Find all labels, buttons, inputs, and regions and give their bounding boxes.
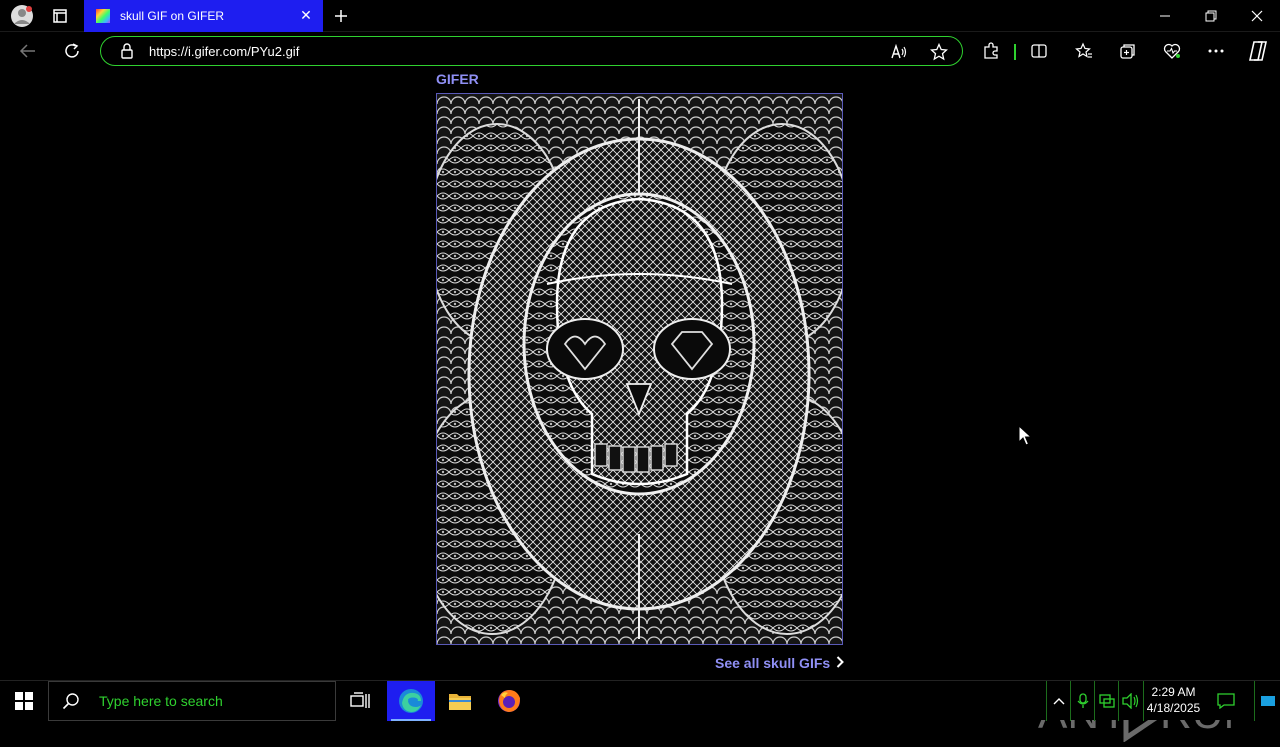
clock-time: 2:29 AM xyxy=(1151,685,1196,699)
see-all-skull-gifs-link[interactable]: See all skull GIFs xyxy=(715,655,845,671)
profile-avatar-icon[interactable] xyxy=(6,0,38,32)
show-hidden-icons-chevron-icon[interactable] xyxy=(1046,681,1070,721)
new-tab-icon[interactable] xyxy=(325,0,357,32)
tab-title: skull GIF on GIFER xyxy=(120,9,225,23)
page-content: GIFER See all skull GIFs xyxy=(0,70,1280,743)
taskbar-edge-icon[interactable] xyxy=(387,681,435,721)
mouse-cursor-icon xyxy=(1018,424,1033,452)
close-window-icon[interactable] xyxy=(1234,0,1280,32)
volume-tray-icon[interactable] xyxy=(1118,681,1142,721)
tab-gifer[interactable]: skull GIF on GIFER ✕ xyxy=(84,0,323,32)
browser-essentials-icon[interactable] xyxy=(1156,35,1188,67)
extensions-icon[interactable] xyxy=(975,35,1007,67)
refresh-icon[interactable] xyxy=(56,35,88,67)
back-arrow-icon[interactable] xyxy=(12,35,44,67)
toolbar-divider xyxy=(1014,44,1016,60)
microphone-tray-icon[interactable] xyxy=(1070,681,1094,721)
tab-actions-icon[interactable] xyxy=(44,0,76,32)
lock-icon[interactable] xyxy=(119,43,135,59)
restore-window-icon[interactable] xyxy=(1188,0,1234,32)
search-placeholder[interactable]: Type here to search xyxy=(99,693,223,709)
collections-icon[interactable] xyxy=(1112,35,1144,67)
read-aloud-icon[interactable] xyxy=(885,40,913,64)
show-desktop-button[interactable] xyxy=(1254,681,1280,721)
url-text[interactable]: https://i.gifer.com/PYu2.gif xyxy=(149,44,299,59)
gifer-favicon-icon xyxy=(96,9,110,23)
address-bar[interactable]: https://i.gifer.com/PYu2.gif xyxy=(100,36,963,66)
copilot-icon[interactable] xyxy=(1242,35,1274,67)
favorites-icon[interactable] xyxy=(1068,35,1100,67)
split-screen-icon[interactable] xyxy=(1023,35,1055,67)
chevron-right-icon xyxy=(836,655,845,671)
close-tab-icon[interactable]: ✕ xyxy=(299,8,313,22)
minimize-window-icon[interactable] xyxy=(1142,0,1188,32)
browser-tab-bar: skull GIF on GIFER ✕ xyxy=(0,0,1280,32)
site-label[interactable]: GIFER xyxy=(436,71,479,87)
network-tray-icon[interactable] xyxy=(1094,681,1118,721)
clock-date: 4/18/2025 xyxy=(1146,701,1201,715)
action-center-icon[interactable] xyxy=(1210,681,1242,721)
windows-taskbar: Type here to search 2:29 AM 4/18/2025 xyxy=(0,680,1280,721)
skull-gif-image[interactable] xyxy=(436,93,843,645)
taskbar-search-box[interactable]: Type here to search xyxy=(48,681,336,721)
taskbar-file-explorer-icon[interactable] xyxy=(436,681,484,721)
more-options-icon[interactable] xyxy=(1200,35,1232,67)
task-view-icon[interactable] xyxy=(336,681,384,721)
taskbar-firefox-icon[interactable] xyxy=(485,681,533,721)
browser-toolbar: https://i.gifer.com/PYu2.gif xyxy=(0,32,1280,70)
favorite-star-icon[interactable] xyxy=(925,40,953,64)
system-clock[interactable]: 2:29 AM 4/18/2025 xyxy=(1143,681,1203,721)
start-windows-icon[interactable] xyxy=(0,681,48,721)
see-all-link-text[interactable]: See all skull GIFs xyxy=(715,655,830,671)
search-icon xyxy=(61,691,81,711)
